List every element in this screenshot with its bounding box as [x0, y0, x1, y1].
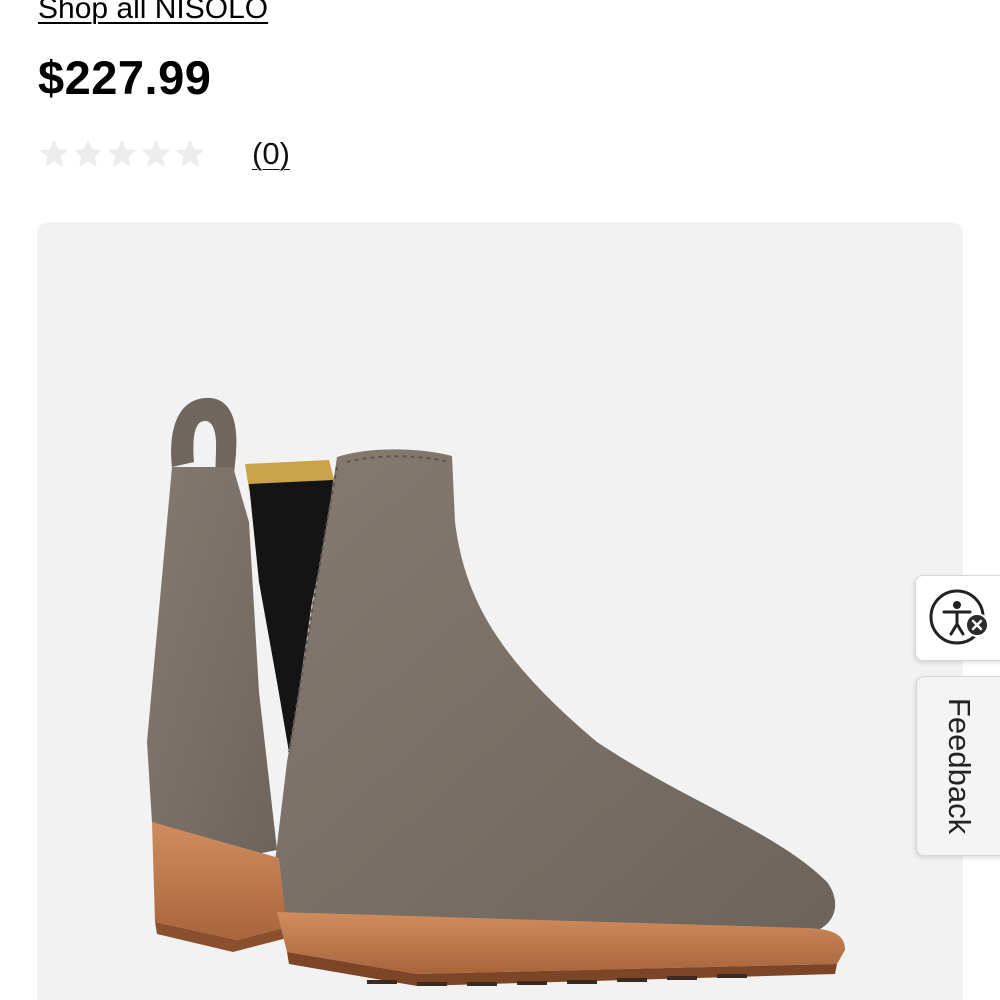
- star-icon: [174, 138, 206, 170]
- shop-all-brand-link[interactable]: Shop all NISOLO: [38, 0, 268, 27]
- star-icon: [140, 138, 172, 170]
- product-detail-page: Shop all NISOLO $227.99 (0) Feedback: [0, 0, 1000, 1000]
- star-icon: [72, 138, 104, 170]
- star-icon: [106, 138, 138, 170]
- chelsea-boot-illustration: [147, 397, 845, 986]
- accessibility-widget-button[interactable]: [915, 575, 1000, 661]
- star-icon: [38, 138, 70, 170]
- product-rating: (0): [38, 134, 290, 174]
- star-rating: [38, 138, 206, 170]
- feedback-label: Feedback: [942, 697, 977, 835]
- review-count-link[interactable]: (0): [252, 134, 290, 174]
- accessibility-icon: [929, 589, 989, 645]
- feedback-tab[interactable]: Feedback: [916, 676, 1000, 856]
- product-price: $227.99: [38, 51, 212, 104]
- product-image[interactable]: [37, 222, 963, 1000]
